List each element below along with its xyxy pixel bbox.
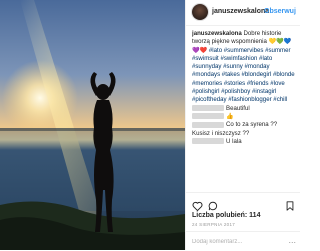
comment-item: 👍	[192, 113, 296, 121]
bookmark-icon[interactable]	[286, 198, 294, 216]
instagram-post: januszewskalona • Obserwuj januszewskalo…	[0, 0, 300, 250]
caption-hashtags[interactable]: #lato #summervibes #summer #swimsuit #sw…	[192, 47, 295, 104]
post-sidebar: januszewskalona • Obserwuj januszewskalo…	[185, 0, 300, 250]
comment-text: 👍	[226, 112, 234, 120]
comment-text: Beautiful	[226, 104, 250, 112]
comment-item: U lala	[192, 138, 296, 146]
post-header: januszewskalona • Obserwuj	[186, 0, 300, 26]
comments-list[interactable]: januszewskalona Dobre historie tworzą pi…	[192, 30, 296, 190]
avatar[interactable]	[192, 4, 208, 20]
post-photo[interactable]	[0, 0, 185, 250]
add-comment-bar: ...	[186, 231, 300, 251]
comment-item: Co to za syrena ?? Kusisz i niszczysz ??	[192, 121, 296, 138]
caption-username[interactable]: januszewskalona	[192, 30, 242, 37]
post-date: 24 SIERPNIA 2017	[192, 222, 236, 227]
sunset-silhouette-image	[0, 0, 185, 250]
comment-text: U lala	[226, 137, 242, 145]
comment-item: Beautiful	[192, 105, 296, 113]
redacted-username	[192, 113, 224, 120]
redacted-username	[192, 138, 224, 145]
likes-count[interactable]: Liczba polubień: 114	[192, 212, 260, 219]
post-actions: Liczba polubień: 114 24 SIERPNIA 2017 ..…	[186, 192, 300, 250]
redacted-username	[192, 105, 224, 112]
follow-button[interactable]: Obserwuj	[264, 8, 296, 15]
redacted-username	[192, 121, 224, 128]
comment-input[interactable]	[192, 237, 282, 247]
caption: januszewskalona Dobre historie tworzą pi…	[192, 30, 296, 105]
separator: •	[259, 8, 262, 15]
more-options-button[interactable]: ...	[288, 235, 296, 245]
